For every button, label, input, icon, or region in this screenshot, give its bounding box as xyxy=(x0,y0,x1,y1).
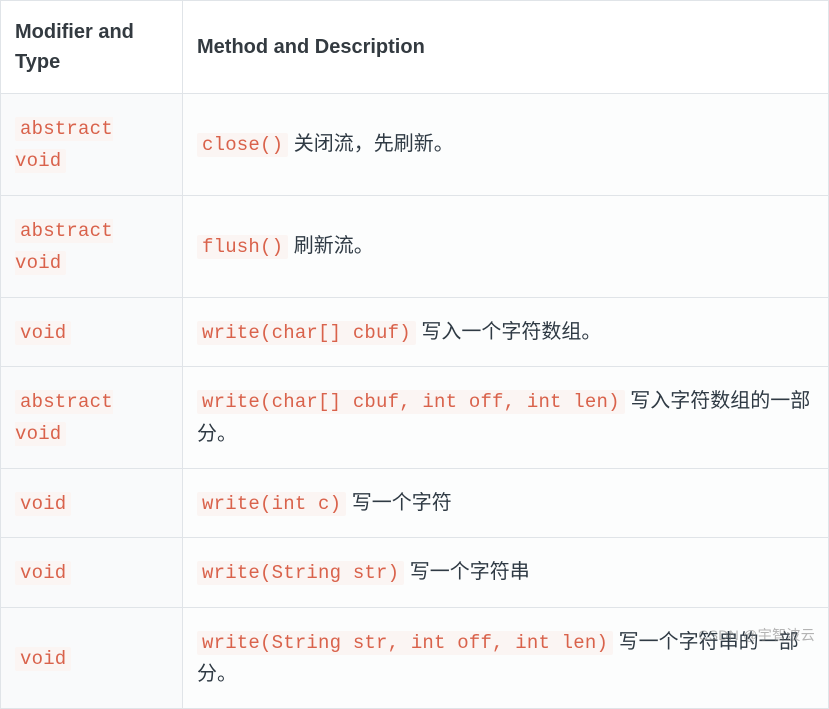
header-modifier: Modifier and Type xyxy=(1,1,183,94)
modifier-code: void xyxy=(15,647,71,671)
cell-method: write(int c) 写一个字符 xyxy=(183,468,829,537)
cell-modifier: abstract void xyxy=(1,195,183,297)
method-code: write(char[] cbuf, int off, int len) xyxy=(197,390,625,414)
header-method: Method and Description xyxy=(183,1,829,94)
cell-modifier: void xyxy=(1,607,183,708)
cell-modifier: void xyxy=(1,297,183,366)
method-code: write(String str, int off, int len) xyxy=(197,631,613,655)
table-row: void write(int c) 写一个字符 xyxy=(1,468,829,537)
method-description: 关闭流，先刷新。 xyxy=(294,133,454,155)
cell-method: write(String str) 写一个字符串 xyxy=(183,538,829,607)
table-row: void write(char[] cbuf) 写入一个字符数组。 xyxy=(1,297,829,366)
method-description: 写入一个字符数组。 xyxy=(421,321,601,343)
cell-modifier: abstract void xyxy=(1,366,183,468)
modifier-code: abstract void xyxy=(15,219,113,275)
method-code: write(String str) xyxy=(197,561,404,585)
method-code: close() xyxy=(197,133,288,157)
method-code: write(char[] cbuf) xyxy=(197,321,416,345)
table-row: void write(String str) 写一个字符串 xyxy=(1,538,829,607)
modifier-code: void xyxy=(15,321,71,345)
table-row: abstract void close() 关闭流，先刷新。 xyxy=(1,94,829,196)
cell-method: write(char[] cbuf) 写入一个字符数组。 xyxy=(183,297,829,366)
cell-method: write(String str, int off, int len) 写一个字… xyxy=(183,607,829,708)
method-code: write(int c) xyxy=(197,492,346,516)
cell-modifier: void xyxy=(1,468,183,537)
method-summary-table: Modifier and Type Method and Description… xyxy=(0,0,829,709)
method-description: 写一个字符 xyxy=(352,492,452,514)
table-row: abstract void flush() 刷新流。 xyxy=(1,195,829,297)
table-header-row: Modifier and Type Method and Description xyxy=(1,1,829,94)
cell-method: write(char[] cbuf, int off, int len) 写入字… xyxy=(183,366,829,468)
modifier-code: abstract void xyxy=(15,390,113,446)
cell-modifier: abstract void xyxy=(1,94,183,196)
table-row: void write(String str, int off, int len)… xyxy=(1,607,829,708)
method-description: 刷新流。 xyxy=(294,235,374,257)
table-row: abstract void write(char[] cbuf, int off… xyxy=(1,366,829,468)
modifier-code: abstract void xyxy=(15,117,113,173)
cell-modifier: void xyxy=(1,538,183,607)
method-code: flush() xyxy=(197,235,288,259)
cell-method: close() 关闭流，先刷新。 xyxy=(183,94,829,196)
modifier-code: void xyxy=(15,492,71,516)
modifier-code: void xyxy=(15,561,71,585)
method-description: 写一个字符串 xyxy=(410,561,530,583)
cell-method: flush() 刷新流。 xyxy=(183,195,829,297)
